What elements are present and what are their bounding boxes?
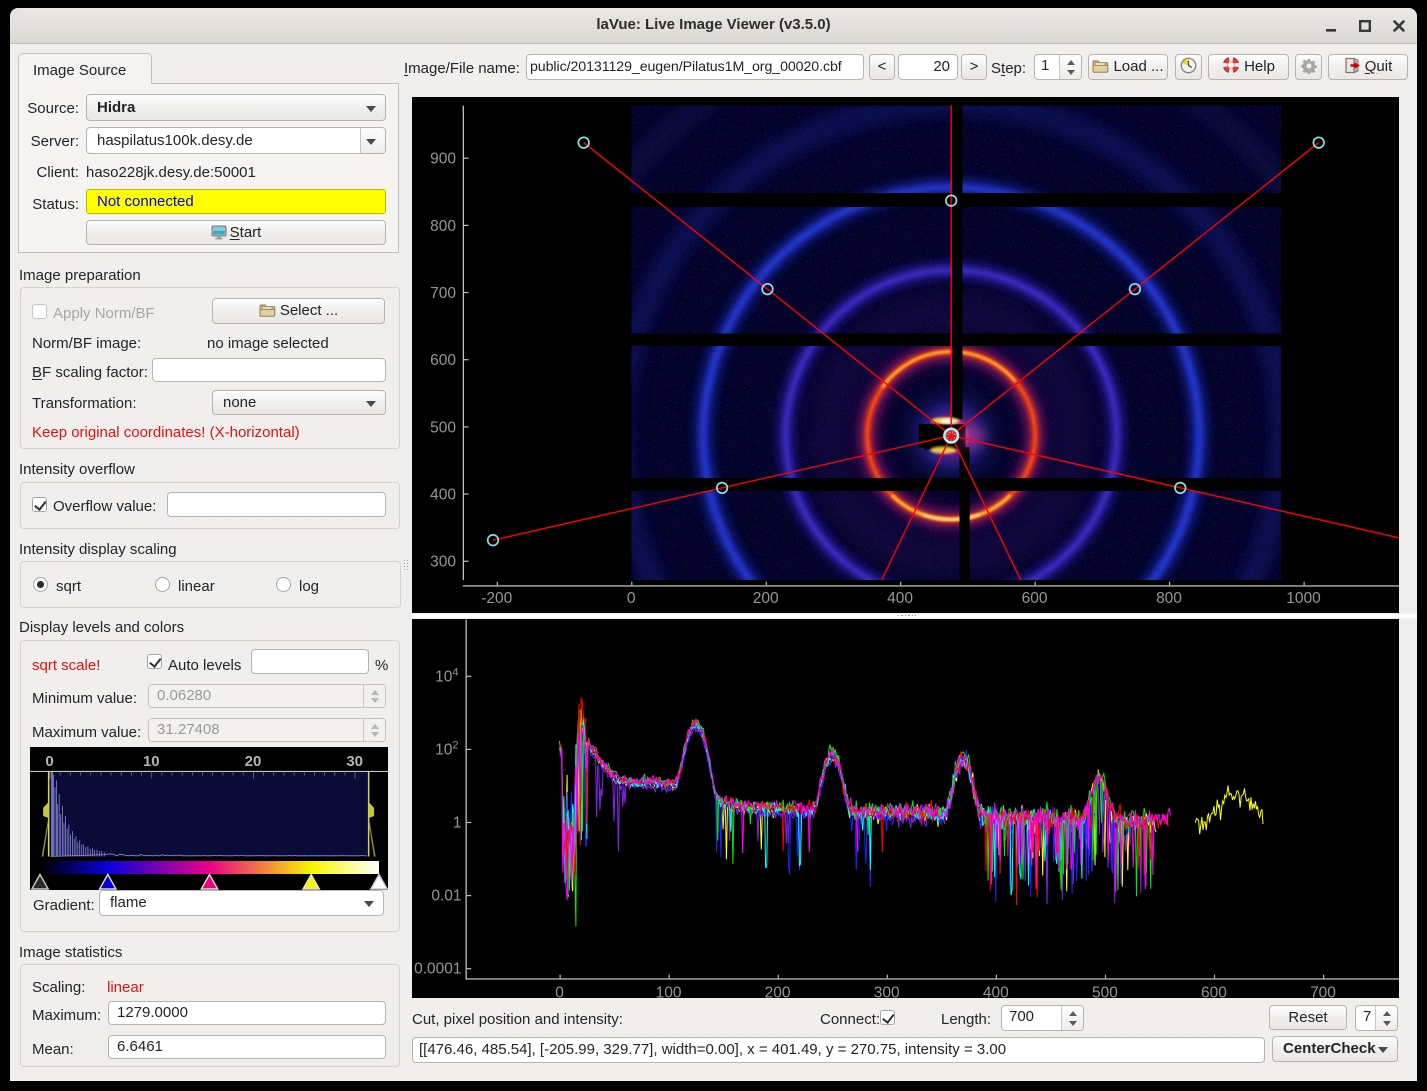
svg-text:500: 500	[1092, 984, 1118, 998]
svg-text:900: 900	[430, 151, 456, 168]
svg-text:400: 400	[983, 984, 1009, 998]
svg-text:104: 104	[435, 666, 458, 685]
svg-text:100: 100	[656, 984, 682, 998]
svg-text:0: 0	[555, 984, 564, 998]
svg-text:0.0001: 0.0001	[414, 960, 461, 977]
svg-text:102: 102	[435, 739, 458, 758]
svg-text:800: 800	[430, 218, 456, 235]
svg-text:0.01: 0.01	[431, 887, 461, 904]
svg-text:0: 0	[45, 753, 53, 770]
svg-text:200: 200	[765, 984, 791, 998]
svg-text:600: 600	[430, 352, 456, 369]
svg-text:0: 0	[627, 590, 636, 607]
svg-text:700: 700	[1310, 984, 1336, 998]
svg-text:500: 500	[430, 419, 456, 436]
svg-text:700: 700	[430, 285, 456, 302]
svg-text:1000: 1000	[1286, 590, 1321, 607]
svg-text:400: 400	[887, 590, 913, 607]
svg-text:30: 30	[346, 753, 363, 770]
svg-text:20: 20	[245, 753, 262, 770]
svg-text:-200: -200	[481, 590, 512, 607]
svg-text:10: 10	[143, 753, 160, 770]
svg-text:600: 600	[1022, 590, 1048, 607]
svg-text:1: 1	[453, 814, 462, 831]
svg-text:800: 800	[1156, 590, 1182, 607]
svg-text:300: 300	[874, 984, 900, 998]
svg-text:400: 400	[430, 487, 456, 504]
svg-text:600: 600	[1201, 984, 1227, 998]
svg-text:200: 200	[753, 590, 779, 607]
svg-text:300: 300	[430, 554, 456, 571]
